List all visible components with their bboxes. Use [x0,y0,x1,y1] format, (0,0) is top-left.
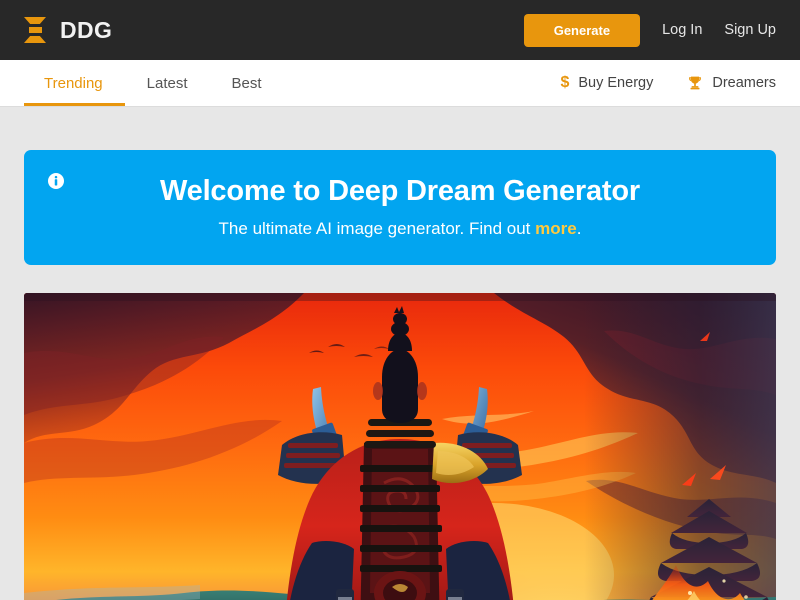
sub-navigation: Trending Latest Best $ Buy Energy Dreame… [0,60,800,107]
signup-link[interactable]: Sign Up [724,22,776,38]
dreamers-link[interactable]: Dreamers [687,75,776,91]
banner-subtitle-period: . [576,218,582,238]
samurai-sunset-artwork [24,293,776,600]
generate-button[interactable]: Generate [523,13,641,47]
login-link[interactable]: Log In [662,22,702,38]
banner-more-link[interactable]: more [535,219,577,238]
tab-trending-label: Trending [44,74,103,92]
info-circle-icon [48,173,64,189]
dollar-icon: $ [560,74,570,91]
trophy-icon [687,75,703,91]
ddg-hourglass-logo-icon [24,17,46,43]
logo-bar-bottom [24,36,46,43]
tab-best-label: Best [231,74,262,92]
featured-artwork-card[interactable] [24,293,776,600]
tab-trending[interactable]: Trending [24,60,125,106]
banner-subtitle: The ultimate AI image generator. Find ou… [219,219,582,239]
logo-bar-middle [28,27,42,33]
banner-subtitle-text: The ultimate AI image generator. Find ou… [218,218,536,238]
buy-energy-link[interactable]: $ Buy Energy [560,74,654,92]
header-actions: Generate Log In Sign Up [523,13,776,47]
feed-tabs: Trending Latest Best [24,60,284,106]
top-header: DDG Generate Log In Sign Up [0,0,800,60]
tab-latest[interactable]: Latest [125,60,210,106]
sub-navigation-links: $ Buy Energy Dreamers [560,60,776,106]
brand-name: DDG [60,16,113,43]
brand-logo[interactable]: DDG [24,17,112,44]
dreamers-label: Dreamers [712,75,776,91]
logo-bar-top [24,17,46,24]
tab-best[interactable]: Best [210,60,284,106]
tab-latest-label: Latest [146,74,188,92]
buy-energy-label: Buy Energy [578,75,654,91]
page-content: Welcome to Deep Dream Generator The ulti… [0,150,800,600]
banner-title: Welcome to Deep Dream Generator [160,175,640,208]
welcome-banner: Welcome to Deep Dream Generator The ulti… [24,150,776,265]
